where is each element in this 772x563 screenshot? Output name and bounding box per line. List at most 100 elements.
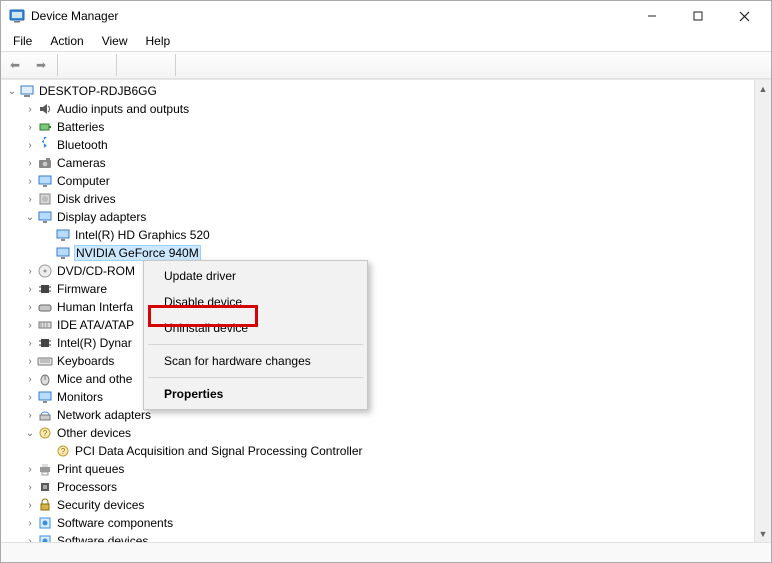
- tree-item-label: IDE ATA/ATAP: [57, 318, 134, 332]
- scan-hardware-toolbar-button[interactable]: [258, 53, 282, 77]
- action-center-button[interactable]: [147, 53, 171, 77]
- expander-closed-icon[interactable]: ›: [23, 320, 37, 331]
- expander-closed-icon[interactable]: ›: [23, 140, 37, 151]
- help-toolbar-button[interactable]: ?: [121, 53, 145, 77]
- tree-category[interactable]: ›Computer: [1, 172, 754, 190]
- expander-closed-icon[interactable]: ›: [23, 356, 37, 367]
- update-driver-toolbar-button[interactable]: [180, 53, 204, 77]
- tree-device[interactable]: NVIDIA GeForce 940M: [1, 244, 754, 262]
- tree-category[interactable]: › IDE ATA/ATAP: [1, 316, 754, 334]
- expander-closed-icon[interactable]: ›: [23, 536, 37, 543]
- back-button[interactable]: ⬅: [3, 53, 27, 77]
- tree-item-label: Bluetooth: [57, 138, 108, 152]
- tree-category[interactable]: ›Print queues: [1, 460, 754, 478]
- tree-category[interactable]: › Firmware: [1, 280, 754, 298]
- tree-item-label: Display adapters: [57, 210, 146, 224]
- expander-closed-icon[interactable]: ›: [23, 194, 37, 205]
- tree-item-label: Intel(R) Dynar: [57, 336, 132, 350]
- expander-closed-icon[interactable]: ›: [23, 518, 37, 529]
- tree-category[interactable]: › Processors: [1, 478, 754, 496]
- uninstall-toolbar-button[interactable]: [232, 53, 256, 77]
- cd-icon: [37, 263, 53, 279]
- expander-open-icon[interactable]: ⌄: [5, 86, 19, 97]
- monitor-icon: [37, 209, 53, 225]
- expander-closed-icon[interactable]: ›: [23, 176, 37, 187]
- expander-closed-icon[interactable]: ›: [23, 410, 37, 421]
- hid-icon: [37, 299, 53, 315]
- expander-closed-icon[interactable]: ›: [23, 122, 37, 133]
- context-scan-hardware[interactable]: Scan for hardware changes: [144, 348, 367, 374]
- disable-toolbar-button[interactable]: [206, 53, 230, 77]
- tree-category[interactable]: ›Keyboards: [1, 352, 754, 370]
- tree-category[interactable]: › Human Interfa: [1, 298, 754, 316]
- expander-closed-icon[interactable]: ›: [23, 302, 37, 313]
- tree-category[interactable]: ›Cameras: [1, 154, 754, 172]
- tree-item-label: PCI Data Acquisition and Signal Processi…: [75, 444, 362, 458]
- tree-category[interactable]: ›Software components: [1, 514, 754, 532]
- tree-root[interactable]: ⌄DESKTOP-RDJB6GG: [1, 82, 754, 100]
- expander-closed-icon[interactable]: ›: [23, 104, 37, 115]
- tree-category[interactable]: ›Batteries: [1, 118, 754, 136]
- scroll-up-icon[interactable]: ▲: [755, 80, 771, 97]
- expander-open-icon[interactable]: ⌄: [23, 212, 37, 223]
- expander-closed-icon[interactable]: ›: [23, 284, 37, 295]
- scroll-down-icon[interactable]: ▼: [755, 525, 771, 542]
- sw-icon: [37, 515, 53, 531]
- menu-action[interactable]: Action: [42, 32, 91, 50]
- tree-category[interactable]: › Network adapters: [1, 406, 754, 424]
- tree-category[interactable]: › DVD/CD-ROM: [1, 262, 754, 280]
- tree-item-label: Processors: [57, 480, 117, 494]
- close-button[interactable]: [721, 1, 767, 31]
- camera-icon: [37, 155, 53, 171]
- menubar: File Action View Help: [1, 31, 771, 51]
- svg-text:?: ?: [61, 447, 66, 456]
- chip-icon: [37, 335, 53, 351]
- expander-open-icon[interactable]: ⌄: [23, 428, 37, 439]
- minimize-button[interactable]: [629, 1, 675, 31]
- tree-category[interactable]: ›Security devices: [1, 496, 754, 514]
- device-tree[interactable]: ⌄DESKTOP-RDJB6GG › Audio inputs and output…: [1, 80, 754, 542]
- context-separator: [148, 344, 363, 345]
- forward-button[interactable]: ➡: [29, 53, 53, 77]
- expander-closed-icon[interactable]: ›: [23, 392, 37, 403]
- vertical-scrollbar[interactable]: ▲ ▼: [754, 80, 771, 542]
- expander-closed-icon[interactable]: ›: [23, 266, 37, 277]
- tree-category[interactable]: ›Mice and othe: [1, 370, 754, 388]
- tree-device[interactable]: Intel(R) HD Graphics 520: [1, 226, 754, 244]
- show-hide-tree-button[interactable]: [62, 53, 86, 77]
- tree-item-label: Network adapters: [57, 408, 151, 422]
- tree-device[interactable]: ? PCI Data Acquisition and Signal Process…: [1, 442, 754, 460]
- tree-category[interactable]: › Bluetooth: [1, 136, 754, 154]
- tree-item-label: Audio inputs and outputs: [57, 102, 189, 116]
- tree-item-label: NVIDIA GeForce 940M: [75, 246, 200, 260]
- tree-item-label: Firmware: [57, 282, 107, 296]
- tree-category[interactable]: ›Disk drives: [1, 190, 754, 208]
- tree-item-label: DVD/CD-ROM: [57, 264, 135, 278]
- menu-help[interactable]: Help: [138, 32, 179, 50]
- expander-closed-icon[interactable]: ›: [23, 158, 37, 169]
- tree-category[interactable]: ⌄?Other devices: [1, 424, 754, 442]
- monitor-icon: [55, 245, 71, 261]
- expander-closed-icon[interactable]: ›: [23, 374, 37, 385]
- menu-view[interactable]: View: [94, 32, 136, 50]
- maximize-button[interactable]: [675, 1, 721, 31]
- context-menu: Update driver Disable device Uninstall d…: [143, 260, 368, 410]
- tree-category[interactable]: › Audio inputs and outputs: [1, 100, 754, 118]
- tree-category[interactable]: › Intel(R) Dynar: [1, 334, 754, 352]
- properties-toolbar-button[interactable]: [88, 53, 112, 77]
- expander-closed-icon[interactable]: ›: [23, 482, 37, 493]
- context-disable-device[interactable]: Disable device: [144, 289, 367, 315]
- expander-closed-icon[interactable]: ›: [23, 464, 37, 475]
- ide-icon: [37, 317, 53, 333]
- context-uninstall-device[interactable]: Uninstall device: [144, 315, 367, 341]
- tree-item-label: Human Interfa: [57, 300, 133, 314]
- expander-closed-icon[interactable]: ›: [23, 500, 37, 511]
- scroll-track[interactable]: [755, 97, 771, 525]
- tree-category[interactable]: ⌄ Display adapters: [1, 208, 754, 226]
- tree-category[interactable]: ›Monitors: [1, 388, 754, 406]
- context-update-driver[interactable]: Update driver: [144, 263, 367, 289]
- menu-file[interactable]: File: [5, 32, 40, 50]
- expander-closed-icon[interactable]: ›: [23, 338, 37, 349]
- context-properties[interactable]: Properties: [144, 381, 367, 407]
- tree-category[interactable]: ›Software devices: [1, 532, 754, 542]
